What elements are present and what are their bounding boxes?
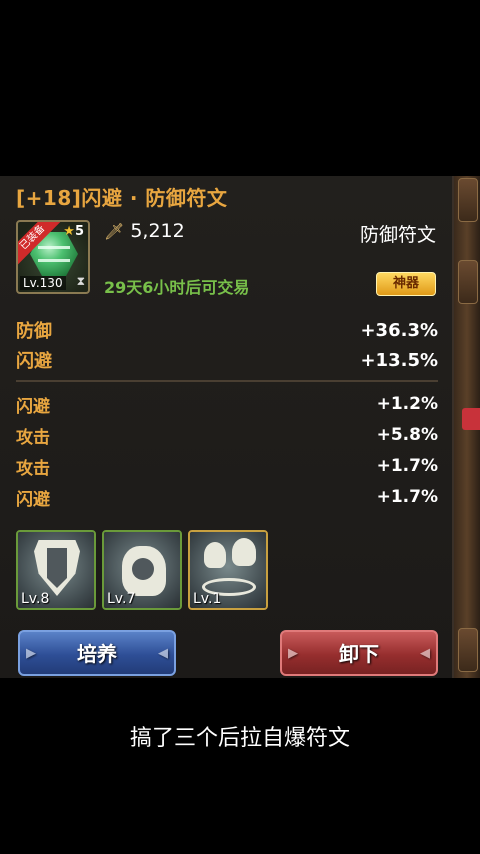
unequip-button-label: 卸下 xyxy=(339,642,379,666)
stat-value: +1.7% xyxy=(376,456,438,476)
rune-title: [+18]闪避 · 防御符文 xyxy=(16,186,228,210)
stat-value: +36.3% xyxy=(360,319,438,341)
rune-item-icon[interactable]: 已装备 ★5 Lv.130 ⧗ xyxy=(16,220,90,294)
chevron-right-icon: ◀ xyxy=(158,646,168,661)
skill-slot-ghost[interactable]: Lv.1 xyxy=(188,530,268,610)
combat-power: 🗡 5,212 xyxy=(104,220,185,242)
skill-level: Lv.8 xyxy=(21,591,50,607)
rune-detail-panel: [+18]闪避 · 防御符文 已装备 ★5 Lv.130 ⧗ 🗡 5,212 防… xyxy=(0,176,454,678)
stat-name: 防御 xyxy=(16,321,52,342)
unequip-button[interactable]: ▶ 卸下 ◀ xyxy=(280,630,438,676)
chevron-left-icon: ▶ xyxy=(26,646,36,661)
stat-value: +1.2% xyxy=(376,394,438,414)
skill-slot-fist[interactable]: Lv.7 xyxy=(102,530,182,610)
main-stat-row: 防御 +36.3% xyxy=(16,316,438,344)
side-notification xyxy=(462,408,480,430)
ghost-icon xyxy=(204,542,226,568)
stat-value: +5.8% xyxy=(376,425,438,445)
stat-name: 攻击 xyxy=(16,458,50,479)
chevron-right-icon: ◀ xyxy=(420,646,430,661)
sub-stat-row: 攻击 +1.7% xyxy=(16,452,438,480)
side-panel xyxy=(454,176,480,678)
main-stat-row: 闪避 +13.5% xyxy=(16,346,438,374)
side-tab[interactable] xyxy=(458,178,478,222)
train-button-label: 培养 xyxy=(77,642,117,666)
star-icon: ★ xyxy=(63,224,75,239)
stat-value: +1.7% xyxy=(376,487,438,507)
trade-countdown: 29天6小时后可交易 xyxy=(104,278,250,297)
skill-level: Lv.7 xyxy=(107,591,136,607)
item-level: Lv.130 xyxy=(20,276,66,290)
train-button[interactable]: ▶ 培养 ◀ xyxy=(18,630,176,676)
sword-icon: 🗡 xyxy=(104,221,125,241)
hourglass-icon: ⧗ xyxy=(76,274,85,288)
sub-stat-row: 闪避 +1.2% xyxy=(16,390,438,418)
side-tab[interactable] xyxy=(458,260,478,304)
stat-name: 攻击 xyxy=(16,427,50,448)
stat-name: 闪避 xyxy=(16,351,52,372)
sub-stat-row: 攻击 +5.8% xyxy=(16,421,438,449)
star-count: 5 xyxy=(74,224,84,239)
video-caption: 搞了三个后拉自爆符文 xyxy=(129,726,350,751)
skill-slot-shield[interactable]: Lv.8 xyxy=(16,530,96,610)
stat-divider xyxy=(16,380,438,382)
side-tab[interactable] xyxy=(458,628,478,672)
stat-name: 闪避 xyxy=(16,489,50,510)
chevron-left-icon: ▶ xyxy=(288,646,298,661)
stat-value: +13.5% xyxy=(360,349,438,371)
combat-power-value: 5,212 xyxy=(130,220,185,242)
sub-stat-row: 闪避 +1.7% xyxy=(16,483,438,511)
skill-level: Lv.1 xyxy=(193,591,222,607)
stat-name: 闪避 xyxy=(16,396,50,417)
star-rank: ★5 xyxy=(63,224,84,239)
game-screen: [+18]闪避 · 防御符文 已装备 ★5 Lv.130 ⧗ 🗡 5,212 防… xyxy=(0,176,480,678)
rune-type: 防御符文 xyxy=(359,224,436,246)
artifact-badge: 神器 xyxy=(376,272,436,296)
rune-glyph xyxy=(38,246,70,262)
